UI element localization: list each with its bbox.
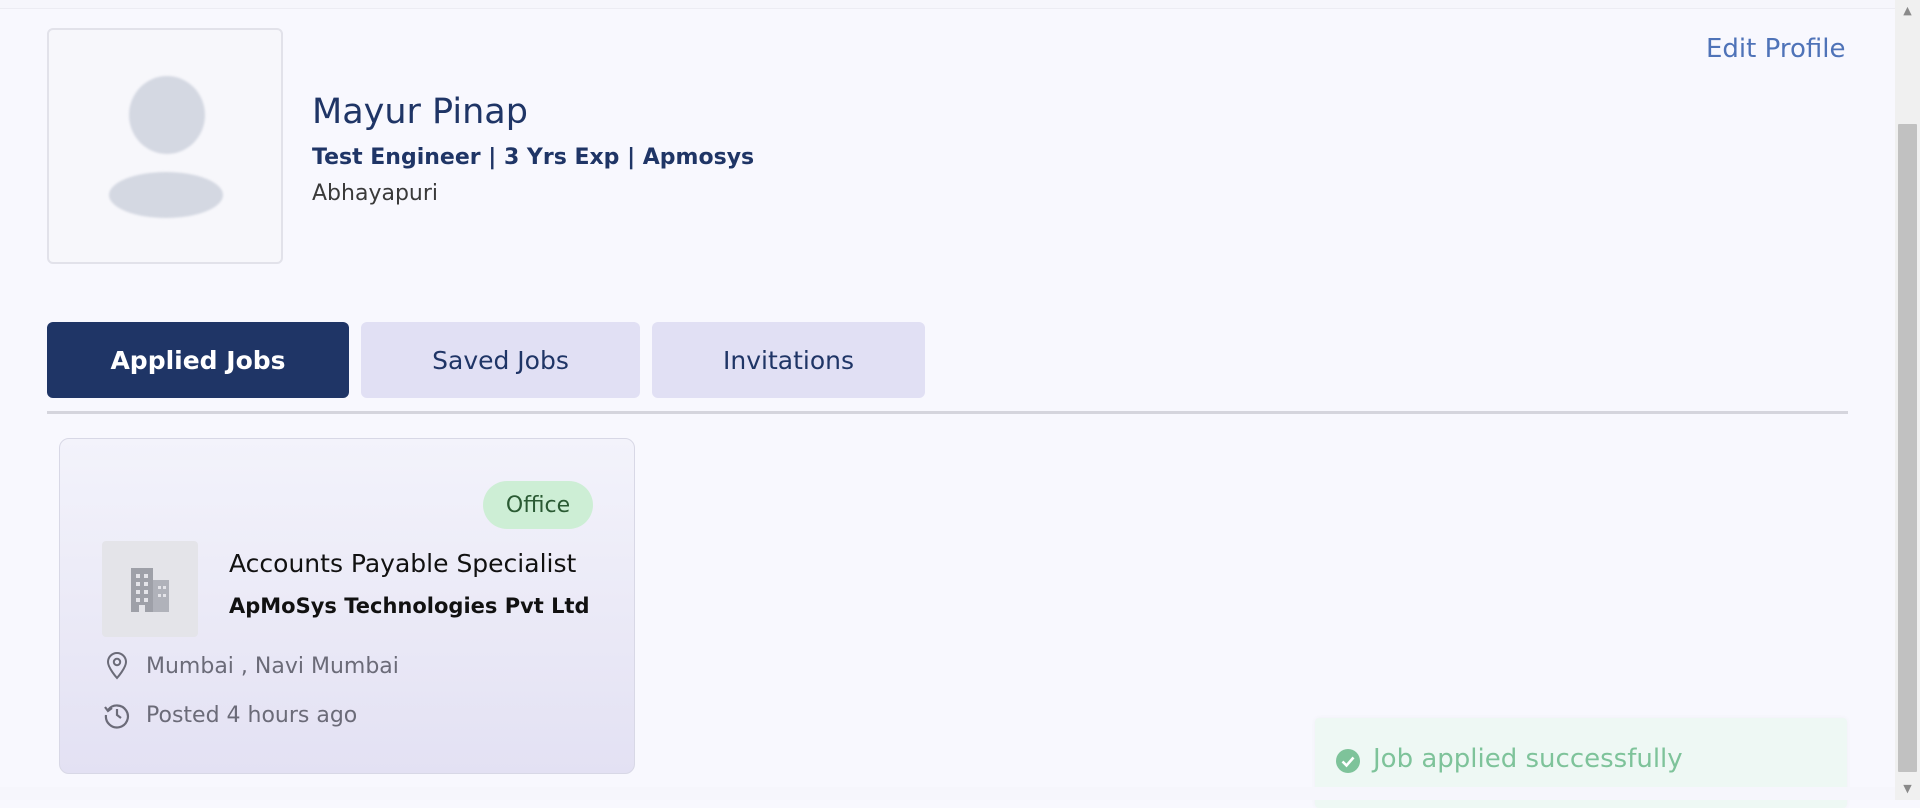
avatar: [47, 28, 283, 264]
tab-saved-jobs[interactable]: Saved Jobs: [361, 322, 640, 398]
scrollbar-thumb[interactable]: [1898, 124, 1917, 772]
tab-applied-jobs[interactable]: Applied Jobs: [47, 322, 349, 398]
work-mode-badge: Office: [483, 481, 593, 529]
job-location: Mumbai , Navi Mumbai: [146, 653, 399, 679]
scroll-up-icon[interactable]: ▲: [1895, 0, 1920, 20]
profile-name: Mayur Pinap: [312, 92, 528, 132]
job-posted-time: Posted 4 hours ago: [146, 702, 358, 728]
tab-label: Saved Jobs: [432, 345, 569, 375]
tab-divider: [47, 411, 1848, 414]
profile-location: Abhayapuri: [312, 181, 439, 206]
job-location-row: Mumbai , Navi Mumbai: [102, 651, 399, 681]
check-circle-icon: [1336, 749, 1360, 773]
history-icon: [102, 700, 132, 730]
job-card[interactable]: Office Accounts Payable Specialist ApMoS…: [59, 438, 635, 774]
scroll-down-icon[interactable]: ▼: [1895, 778, 1920, 798]
company-logo: [102, 541, 198, 637]
avatar-head-placeholder: [129, 76, 205, 154]
avatar-body-placeholder: [109, 172, 223, 218]
building-icon: [131, 568, 169, 612]
tab-label: Invitations: [723, 345, 854, 375]
top-edge: [0, 0, 1895, 9]
tab-invitations[interactable]: Invitations: [652, 322, 925, 398]
profile-subtitle: Test Engineer | 3 Yrs Exp | Apmosys: [312, 145, 755, 170]
job-title: Accounts Payable Specialist: [229, 549, 577, 578]
tab-label: Applied Jobs: [110, 345, 286, 375]
job-posted-row: Posted 4 hours ago: [102, 700, 357, 730]
map-pin-icon: [102, 651, 132, 681]
company-name: ApMoSys Technologies Pvt Ltd: [229, 594, 590, 618]
edit-profile-link[interactable]: Edit Profile: [1706, 34, 1845, 64]
bottom-edge: [0, 787, 1895, 800]
toast-message: Job applied successfully: [1373, 744, 1683, 774]
